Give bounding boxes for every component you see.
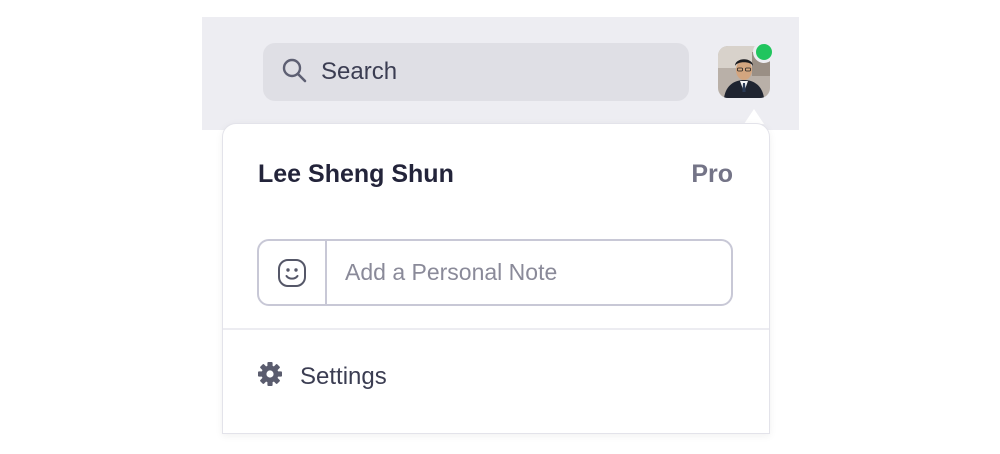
- search-icon: [281, 57, 307, 88]
- personal-note-placeholder: Add a Personal Note: [345, 259, 558, 285]
- search-bar[interactable]: Search: [263, 43, 689, 101]
- menu-divider: [223, 328, 769, 330]
- search-label: Search: [321, 58, 398, 85]
- personal-note-field[interactable]: Add a Personal Note: [257, 239, 733, 306]
- plan-badge: Pro: [691, 160, 733, 188]
- smiley-icon[interactable]: [259, 241, 327, 304]
- profile-avatar-button[interactable]: [718, 41, 775, 98]
- online-status-indicator: [753, 41, 775, 63]
- gear-icon: [256, 360, 284, 393]
- popover-caret: [744, 109, 764, 124]
- app-window: Search Lee Sheng Shun Pro Add a Personal…: [0, 0, 1000, 454]
- settings-label: Settings: [300, 362, 387, 390]
- profile-menu: Lee Sheng Shun Pro Add a Personal Note S…: [222, 123, 770, 434]
- user-name: Lee Sheng Shun: [258, 160, 454, 188]
- settings-menu-item[interactable]: Settings: [256, 360, 387, 393]
